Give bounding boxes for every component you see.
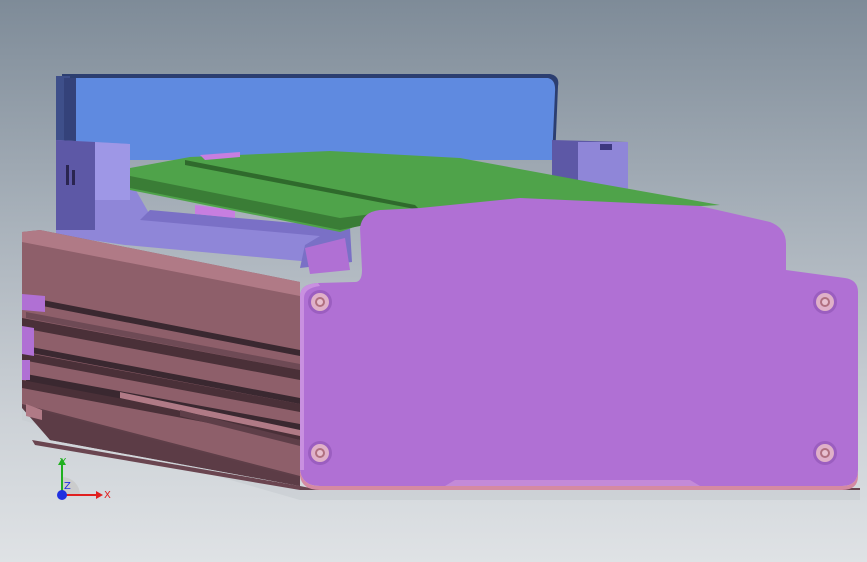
- cad-viewport[interactable]: X Y Z: [0, 0, 867, 562]
- z-axis-label: Z: [64, 481, 71, 492]
- y-axis-label: Y: [59, 457, 67, 468]
- enclosure-model[interactable]: [0, 0, 867, 562]
- screw-icon: [308, 290, 332, 314]
- axis-triad[interactable]: X Y Z: [46, 455, 116, 510]
- x-axis-arrow-icon: [96, 491, 103, 499]
- x-axis-label: X: [104, 490, 111, 501]
- end-cap[interactable]: [300, 198, 858, 490]
- screw-icon: [813, 290, 837, 314]
- screw-icon: [308, 441, 332, 465]
- screw-icon: [813, 441, 837, 465]
